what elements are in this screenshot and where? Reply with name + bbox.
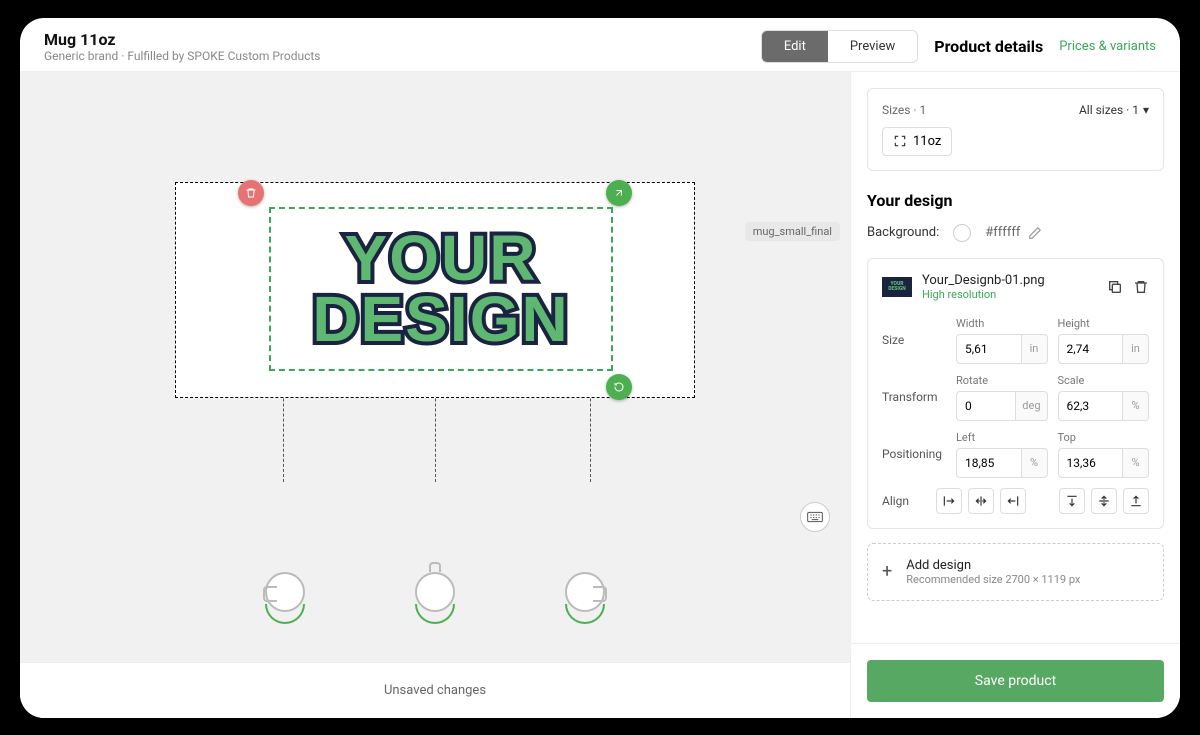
copy-icon — [1107, 279, 1123, 295]
design-selection[interactable]: YOUR DESIGN — [269, 207, 613, 371]
align-bottom-button[interactable] — [1123, 488, 1149, 514]
add-design-button[interactable]: + Add design Recommended size 2700 × 111… — [867, 543, 1164, 601]
sidebar-footer: Save product — [851, 643, 1180, 718]
sidebar-content: Sizes · 1 All sizes · 1 ▾ 11oz Your desi… — [851, 72, 1180, 643]
rotate-label: Rotate — [956, 374, 1048, 387]
align-bottom-icon — [1129, 494, 1143, 508]
rotate-input[interactable] — [956, 391, 1016, 421]
mug-view-center[interactable] — [405, 572, 465, 622]
scale-handle[interactable] — [606, 180, 632, 206]
edit-tab[interactable]: Edit — [762, 31, 828, 62]
width-unit: in — [1022, 334, 1048, 364]
delete-handle[interactable] — [238, 180, 264, 206]
mug-view-left[interactable] — [255, 572, 315, 622]
keyboard-icon — [807, 511, 823, 523]
header: Mug 11oz Generic brand · Fulfilled by SP… — [20, 18, 1180, 72]
prices-variants-link[interactable]: Prices & variants — [1059, 39, 1156, 54]
align-center-v-button[interactable] — [1091, 488, 1117, 514]
sidebar: Sizes · 1 All sizes · 1 ▾ 11oz Your desi… — [850, 72, 1180, 718]
plus-icon: + — [882, 561, 892, 582]
align-right-icon — [1006, 494, 1020, 508]
product-details-heading: Product details — [934, 37, 1043, 56]
sizes-card: Sizes · 1 All sizes · 1 ▾ 11oz — [867, 88, 1164, 171]
pencil-icon — [1028, 226, 1042, 240]
design-text-line1: YOUR — [345, 228, 538, 289]
top-input[interactable] — [1058, 448, 1124, 478]
body: mug_small_final — [20, 72, 1180, 718]
file-resolution: High resolution — [922, 288, 1045, 301]
rotate-icon — [613, 381, 625, 393]
height-input[interactable] — [1058, 334, 1124, 364]
delete-file-button[interactable] — [1133, 279, 1149, 295]
design-file-card: YOURDESIGN Your_Designb-01.png High reso… — [867, 258, 1164, 529]
top-label: Top — [1058, 431, 1150, 444]
background-row: Background: #ffffff — [867, 224, 1164, 242]
align-label: Align — [882, 494, 926, 508]
align-center-h-icon — [974, 494, 988, 508]
keyboard-button[interactable] — [800, 502, 830, 532]
header-right: Edit Preview Product details Prices & va… — [761, 30, 1156, 63]
app-window: Mug 11oz Generic brand · Fulfilled by SP… — [20, 18, 1180, 718]
preview-tab[interactable]: Preview — [828, 31, 917, 62]
add-design-subtitle: Recommended size 2700 × 1119 px — [906, 573, 1080, 586]
duplicate-file-button[interactable] — [1107, 279, 1123, 295]
trash-icon — [245, 187, 257, 199]
align-top-icon — [1065, 494, 1079, 508]
unsaved-changes-label: Unsaved changes — [20, 662, 850, 718]
align-center-h-button[interactable] — [968, 488, 994, 514]
align-center-v-icon — [1097, 494, 1111, 508]
rotate-unit: deg — [1016, 391, 1047, 421]
file-thumbnail: YOURDESIGN — [882, 277, 912, 297]
left-unit: % — [1022, 448, 1048, 478]
file-name: Your_Designb-01.png — [922, 273, 1045, 288]
top-unit: % — [1123, 448, 1149, 478]
rotate-handle[interactable] — [606, 374, 632, 400]
height-unit: in — [1123, 334, 1149, 364]
scale-label: Scale — [1058, 374, 1150, 387]
align-left-button[interactable] — [936, 488, 962, 514]
background-swatch[interactable] — [953, 224, 971, 242]
background-hex: #ffffff — [985, 225, 1020, 240]
mug-view-right[interactable] — [555, 572, 615, 622]
align-left-icon — [942, 494, 956, 508]
edit-background-button[interactable] — [1028, 226, 1042, 240]
edit-preview-toggle: Edit Preview — [761, 30, 918, 63]
left-input[interactable] — [956, 448, 1022, 478]
canvas-main[interactable]: mug_small_final — [20, 72, 850, 552]
scale-unit: % — [1123, 391, 1149, 421]
canvas-area: mug_small_final — [20, 72, 850, 718]
align-right-button[interactable] — [1000, 488, 1026, 514]
your-design-heading: Your design — [867, 191, 1164, 210]
design-artwork: YOUR DESIGN — [271, 209, 611, 369]
width-input[interactable] — [956, 334, 1022, 364]
transform-label: Transform — [882, 390, 946, 404]
expand-icon — [613, 187, 625, 199]
height-label: Height — [1058, 317, 1150, 330]
align-top-button[interactable] — [1059, 488, 1085, 514]
add-design-title: Add design — [906, 558, 1080, 573]
header-left: Mug 11oz Generic brand · Fulfilled by SP… — [44, 30, 321, 63]
left-label: Left — [956, 431, 1048, 444]
positioning-label: Positioning — [882, 447, 946, 461]
chevron-down-icon: ▾ — [1143, 103, 1149, 117]
size-chip[interactable]: 11oz — [882, 127, 952, 156]
sizes-count-label: Sizes · 1 — [882, 103, 926, 117]
all-sizes-dropdown[interactable]: All sizes · 1 ▾ — [1079, 103, 1149, 117]
save-product-button[interactable]: Save product — [867, 660, 1164, 702]
width-label: Width — [956, 317, 1048, 330]
scale-input[interactable] — [1058, 391, 1124, 421]
artboard[interactable]: YOUR DESIGN — [175, 182, 695, 398]
trash-icon — [1133, 279, 1149, 295]
view-thumbnails — [20, 552, 850, 662]
size-label: Size — [882, 333, 946, 347]
product-subtitle: Generic brand · Fulfilled by SPOKE Custo… — [44, 49, 321, 63]
fullscreen-icon — [893, 134, 907, 148]
product-title: Mug 11oz — [44, 30, 321, 49]
artboard-label-chip: mug_small_final — [745, 222, 840, 241]
background-label: Background: — [867, 225, 939, 240]
design-text-line2: DESIGN — [312, 289, 569, 350]
